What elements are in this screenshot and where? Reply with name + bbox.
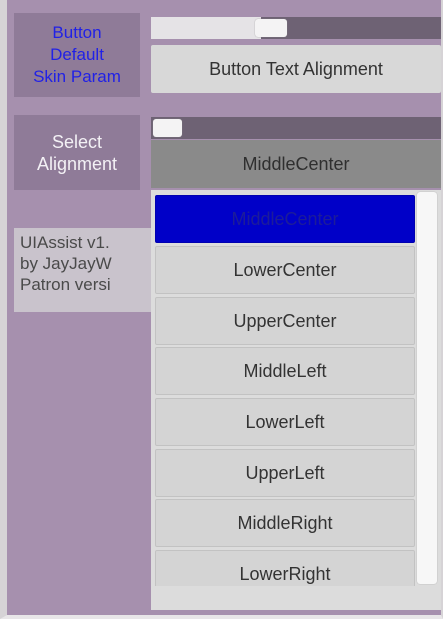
alignment-slider-handle[interactable] [153,119,182,137]
button-text-alignment-label: Button Text Alignment [209,58,383,79]
alignment-dropdown-selected-label: MiddleCenter [242,153,350,174]
info-line-1: UIAssist v1. [20,233,110,252]
alignment-dropdown-list[interactable]: MiddleCenter LowerCenter UpperCenter Mid… [151,190,441,610]
select-alignment-label-line-2: Alignment [36,153,118,174]
select-alignment-label-line-1: Select [51,131,102,152]
option-upperleft[interactable]: UpperLeft [155,449,415,497]
option-middleright[interactable]: MiddleRight [155,499,415,547]
alignment-slider[interactable] [151,117,441,139]
info-line-3: Patron versi [20,275,111,294]
option-middlecenter[interactable]: MiddleCenter [155,195,415,243]
dropdown-footer [151,586,441,610]
option-label: LowerLeft [245,411,325,432]
option-label: UpperCenter [233,310,337,331]
skin-param-slider-handle[interactable] [255,19,287,37]
select-alignment-label: Select Alignment [14,115,140,190]
option-middleleft[interactable]: MiddleLeft [155,347,415,395]
skin-param-label: Button Default Skin Param [14,13,140,97]
skin-param-label-line-3: Skin Param [33,67,121,86]
info-text: UIAssist v1. by JayJayW Patron versi [14,228,154,312]
skin-param-label-line-2: Default [50,45,104,64]
option-label: UpperLeft [245,462,325,483]
alignment-dropdown-selected[interactable]: MiddleCenter [151,140,441,188]
button-text-alignment-button[interactable]: Button Text Alignment [151,45,441,93]
skin-param-slider[interactable] [151,17,441,39]
skin-param-label-line-1: Button [52,23,102,42]
option-label: LowerCenter [233,259,337,280]
info-line-2: by JayJayW [20,254,112,273]
option-label: MiddleLeft [243,360,327,381]
dropdown-scrollbar[interactable] [417,192,437,584]
option-uppercenter[interactable]: UpperCenter [155,297,415,345]
option-lowercenter[interactable]: LowerCenter [155,246,415,294]
option-label: LowerRight [239,563,331,584]
option-label: MiddleCenter [231,208,339,229]
option-lowerleft[interactable]: LowerLeft [155,398,415,446]
option-label: MiddleRight [237,512,333,533]
skin-param-slider-fill [151,17,261,39]
